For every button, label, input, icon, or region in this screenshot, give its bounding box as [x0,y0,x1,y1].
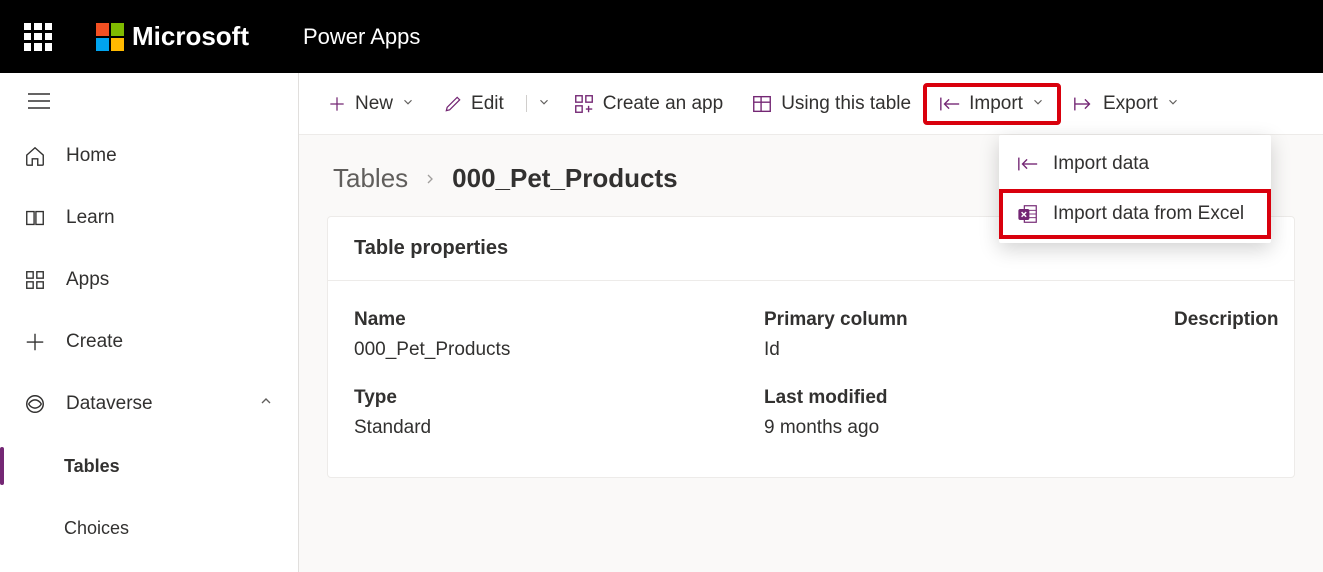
import-button[interactable]: Import [925,85,1059,123]
toolbar-label: Export [1103,93,1158,115]
create-app-icon [573,93,595,115]
chevron-down-icon [1031,93,1045,115]
label-primary-column: Primary column [764,299,1174,333]
label-type: Type [354,377,764,411]
breadcrumb-root[interactable]: Tables [333,163,408,194]
app-name: Power Apps [303,24,420,50]
using-table-button[interactable]: Using this table [737,85,925,123]
sidebar-item-learn[interactable]: Learn [0,187,298,249]
sidebar-item-tables[interactable]: Tables [0,435,298,497]
edit-button[interactable]: Edit [429,85,518,123]
sidebar-item-home[interactable]: Home [0,125,298,187]
chevron-up-icon [258,393,274,415]
dropdown-item-label: Import data [1053,153,1149,175]
chevron-down-icon [1166,93,1180,115]
toolbar-label: New [355,93,393,115]
brand-text: Microsoft [132,21,249,52]
toolbar-label: Edit [471,93,504,115]
sidebar-toggle-button[interactable] [0,77,298,125]
sidebar-item-choices[interactable]: Choices [0,497,298,559]
plus-icon [327,94,347,114]
table-icon [751,93,773,115]
import-excel-option[interactable]: Import data from Excel [999,189,1271,239]
sidebar-item-label: Home [66,145,117,167]
export-icon [1073,94,1095,114]
command-bar: New Edit Create an app [299,73,1323,135]
import-dropdown: Import data Import data from Excel [999,135,1271,243]
excel-icon [1017,203,1039,225]
sidebar-item-label: Dataverse [66,393,153,415]
sidebar-item-label: Choices [64,518,129,539]
import-icon [1017,154,1039,174]
value-name: 000_Pet_Products [354,339,764,371]
toolbar-label: Create an app [603,93,723,115]
pencil-icon [443,94,463,114]
sidebar-item-apps[interactable]: Apps [0,249,298,311]
home-icon [24,145,46,167]
app-launcher-icon[interactable] [24,23,52,51]
dropdown-item-label: Import data from Excel [1053,203,1244,225]
sidebar-item-create[interactable]: Create [0,311,298,373]
content-area: New Edit Create an app [299,73,1323,572]
sidebar-item-label: Create [66,331,123,353]
grid-icon [24,269,46,291]
sidebar-item-label: Learn [66,207,115,229]
import-icon [939,94,961,114]
toolbar-label: Using this table [781,93,911,115]
microsoft-logo-icon [96,23,124,51]
chevron-down-icon [526,95,551,112]
table-properties-card: Table properties Name Primary column Des… [327,216,1295,478]
toolbar-label: Import [969,93,1023,115]
import-data-option[interactable]: Import data [999,139,1271,189]
value-primary-column: Id [764,339,1174,371]
value-type: Standard [354,417,764,449]
value-last-modified: 9 months ago [764,417,1174,449]
brand-logo: Microsoft [96,21,249,52]
sidebar-item-label: Tables [64,456,120,477]
value-description [1174,339,1279,371]
book-icon [24,207,46,229]
new-button[interactable]: New [313,85,429,123]
plus-icon [24,331,46,353]
chevron-right-icon [422,163,438,194]
chevron-down-icon [401,93,415,115]
dataverse-icon [24,393,46,415]
label-description: Description [1174,299,1279,333]
global-header: Microsoft Power Apps [0,0,1323,73]
export-button[interactable]: Export [1059,85,1194,123]
label-last-modified: Last modified [764,377,1174,411]
breadcrumb-current: 000_Pet_Products [452,163,677,194]
sidebar-item-label: Apps [66,269,109,291]
sidebar: Home Learn Apps Create Dataverse [0,73,299,572]
sidebar-item-dataverse[interactable]: Dataverse [0,373,298,435]
label-name: Name [354,299,764,333]
edit-split-button[interactable] [518,87,559,120]
create-app-button[interactable]: Create an app [559,85,737,123]
